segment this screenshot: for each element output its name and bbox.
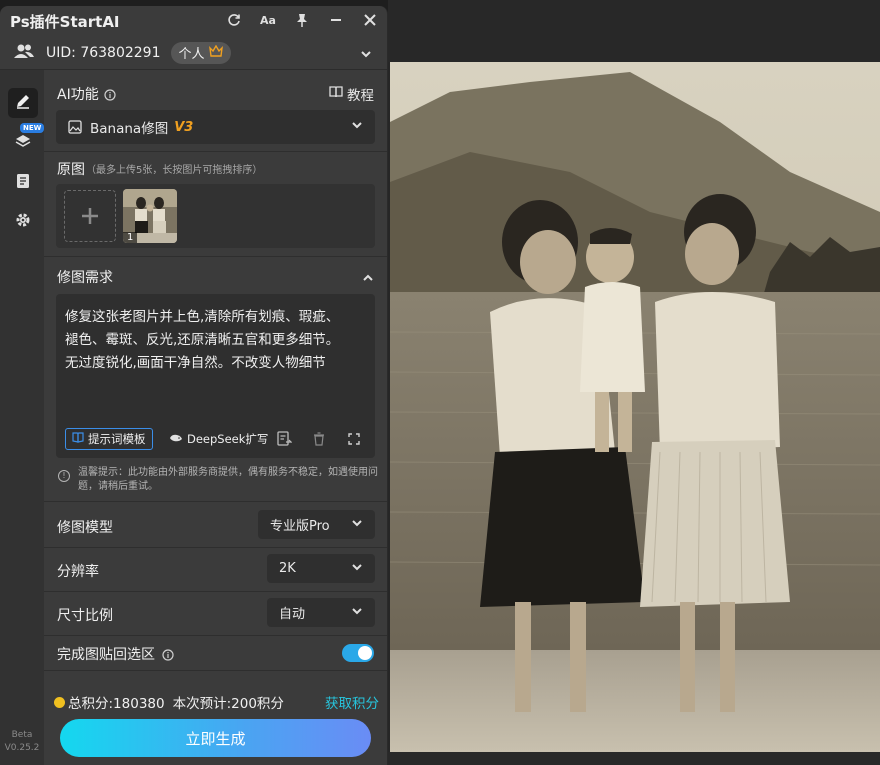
version-info: Beta V0.25.2 [0, 729, 44, 755]
crown-icon [208, 44, 223, 61]
divider [44, 635, 387, 636]
deepseek-expand-label: DeepSeek扩写 [187, 432, 269, 446]
book-icon [329, 86, 343, 102]
old-photo-image [390, 62, 880, 752]
source-image-thumbnail[interactable]: 1 [123, 189, 177, 243]
source-image-list: 1 [56, 184, 375, 248]
ratio-value: 自动 [279, 607, 306, 622]
service-notice-text: 温馨提示：此功能由外部服务商提供，偶有服务不稳定，如遇使用问题，请稍后重试。 [78, 467, 378, 492]
pencil-icon [15, 93, 31, 113]
title-bar: Ps插件StartAI Aa [0, 6, 387, 36]
get-points-link[interactable]: 获取积分 [325, 692, 379, 712]
tutorial-label: 教程 [347, 88, 374, 104]
expand-icon[interactable] [345, 430, 363, 448]
account-badge: 个人 [170, 41, 231, 64]
deepseek-whale-icon [169, 432, 183, 446]
rail-notes-button[interactable] [8, 168, 38, 198]
paste-back-toggle[interactable] [342, 644, 374, 662]
prompt-line: 修复这张老图片并上色,清除所有划痕、瑕疵、 [65, 309, 340, 325]
user-bar[interactable]: UID: 763802291 个人 [0, 36, 387, 70]
ai-function-dropdown[interactable]: Banana修图 V3 [56, 110, 375, 144]
beta-label: Beta [11, 730, 33, 740]
prompt-toolbar: 提示词模板 DeepSeek扩写 [65, 428, 370, 450]
chevron-down-icon [351, 517, 363, 533]
ai-function-label: AI功能 [57, 87, 99, 103]
info-icon[interactable] [162, 646, 174, 665]
account-badge-label: 个人 [178, 47, 205, 62]
alert-circle-icon: ! [58, 470, 70, 482]
close-icon[interactable] [360, 10, 380, 30]
plugin-panel: Ps插件StartAI Aa UID: 763802291 个人 NEW Bet… [0, 6, 388, 765]
divider [44, 591, 387, 592]
resolution-dropdown[interactable]: 2K [267, 554, 375, 583]
users-icon [14, 43, 34, 63]
estimated-cost: 本次预计:200积分 [172, 696, 284, 712]
prompt-template-button[interactable]: 提示词模板 [65, 428, 153, 450]
version-tag: V3 [174, 119, 194, 135]
user-uid: UID: 763802291 [46, 44, 161, 61]
model-value: 专业版Pro [270, 519, 330, 534]
points-summary: 总积分:180380 本次预计:200积分 [54, 692, 284, 712]
rail-settings-button[interactable] [8, 207, 38, 237]
version-label: V0.25.2 [4, 743, 40, 753]
rail-edit-button[interactable] [8, 88, 38, 118]
resolution-label: 分辨率 [57, 564, 99, 580]
model-dropdown[interactable]: 专业版Pro [258, 510, 375, 539]
generate-button[interactable]: 立即生成 [60, 719, 371, 757]
paste-back-label: 完成图贴回选区 [57, 647, 155, 663]
thumbnail-index: 1 [123, 232, 138, 243]
new-badge: NEW [20, 123, 45, 133]
info-icon[interactable] [104, 86, 116, 105]
app-title: Ps插件StartAI [10, 12, 120, 31]
divider [44, 151, 387, 152]
notepad-icon [16, 173, 30, 193]
add-image-button[interactable] [64, 190, 116, 242]
tutorial-link[interactable]: 教程 [329, 84, 374, 104]
prompt-template-label: 提示词模板 [88, 432, 146, 446]
coin-icon [54, 696, 65, 708]
deepseek-expand-button[interactable]: DeepSeek扩写 [169, 428, 268, 450]
chevron-down-icon [351, 605, 363, 621]
canvas-margin-bottom [388, 752, 880, 765]
chevron-down-icon[interactable] [360, 45, 372, 64]
divider [44, 670, 387, 671]
divider [44, 256, 387, 257]
ai-function-value: Banana修图 [90, 121, 169, 137]
toggle-knob [358, 646, 372, 660]
plus-icon [80, 200, 100, 233]
image-edit-icon [68, 120, 82, 134]
source-image-hint: （最多上传5张，长按图片可拖拽排序） [86, 165, 263, 176]
ratio-dropdown[interactable]: 自动 [267, 598, 375, 627]
ratio-label: 尺寸比例 [57, 608, 113, 624]
template-book-icon [72, 432, 84, 446]
chevron-down-icon [351, 561, 363, 577]
source-image-label: 原图 [57, 162, 85, 178]
resolution-value: 2K [279, 561, 296, 576]
canvas-margin-top [388, 0, 880, 62]
service-notice: ! 温馨提示：此功能由外部服务商提供，偶有服务不稳定，如遇使用问题，请稍后重试。 [58, 466, 378, 494]
prompt-textarea[interactable]: 修复这张老图片并上色,清除所有划痕、瑕疵、 褪色、霉斑、反光,还原清晰五官和更多… [56, 294, 375, 458]
prompt-text[interactable]: 修复这张老图片并上色,清除所有划痕、瑕疵、 褪色、霉斑、反光,还原清晰五官和更多… [65, 306, 370, 375]
chevron-up-icon[interactable] [362, 269, 374, 288]
total-points: 总积分:180380 [68, 696, 165, 712]
prompt-line: 褪色、霉斑、反光,还原清晰五官和更多细节。 [65, 332, 340, 348]
font-size-icon[interactable]: Aa [258, 10, 278, 30]
prompt-label: 修图需求 [57, 270, 113, 286]
document-canvas [388, 0, 880, 765]
prompt-line: 无过度锐化,画面干净自然。不改变人物细节 [65, 355, 326, 371]
gear-icon [15, 212, 31, 232]
refresh-icon[interactable] [224, 10, 244, 30]
prompt-history-icon[interactable] [275, 430, 293, 448]
minimize-icon[interactable] [326, 10, 346, 30]
main-content: AI功能 教程 Banana修图 V3 原图 （最多上传5张，长按图片可拖拽排序… [44, 70, 387, 765]
pin-icon[interactable] [292, 10, 312, 30]
layers-icon [15, 133, 31, 153]
trash-icon[interactable] [310, 430, 328, 448]
model-label: 修图模型 [57, 520, 113, 536]
divider [44, 547, 387, 548]
chevron-down-icon [351, 119, 363, 135]
divider [44, 501, 387, 502]
side-rail: NEW Beta V0.25.2 [0, 70, 45, 765]
